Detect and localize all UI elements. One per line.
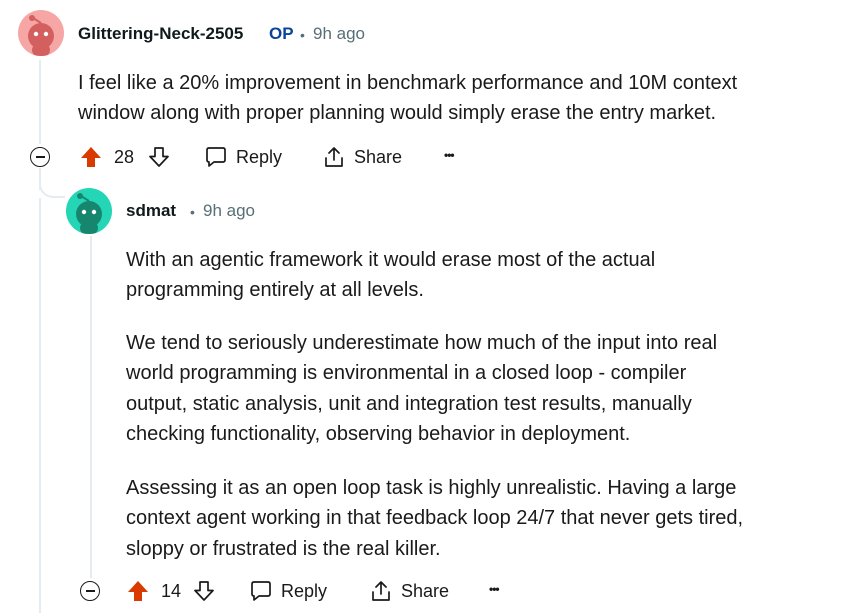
comment-body-line: With an agentic framework it would erase… [126,249,656,271]
downvote-arrow-icon [194,581,214,601]
upvote-arrow-icon [128,581,148,601]
meta-separator: • [190,204,195,220]
comment-timestamp[interactable]: 9h ago [313,24,365,44]
comment-body-line: context agent working in that feedback l… [126,507,744,529]
vote-count: 14 [161,581,182,601]
comment-body-line: window along with proper planning would … [78,102,717,124]
downvote-button[interactable] [192,579,216,603]
share-button[interactable]: Share [369,579,449,603]
downvote-button[interactable] [147,145,171,169]
more-options-button[interactable]: ••• [444,148,455,162]
reply-label: Reply [281,580,328,601]
comment-author[interactable]: sdmat [126,201,176,221]
comment-author[interactable]: Glittering-Neck-2505 [78,24,243,44]
vote-count: 28 [114,147,135,167]
share-label: Share [354,146,403,167]
comment-body-line: Assessing it as an open loop task is hig… [126,477,737,499]
thread-line [90,236,92,578]
collapse-thread-button[interactable] [30,147,50,167]
upvote-button[interactable] [126,579,150,603]
thread-line [39,60,41,144]
meta-separator: • [300,27,305,43]
snoo-avatar-icon [76,193,102,234]
comment-body-line: programming entirely at all levels. [126,279,424,301]
op-badge: OP [269,24,294,43]
comment-timestamp[interactable]: 9h ago [203,201,255,221]
reply-button[interactable]: Reply [204,145,282,169]
downvote-arrow-icon [149,147,169,167]
share-button[interactable]: Share [322,145,402,169]
comment-body-line: world programming is environmental in a … [126,362,687,384]
comment-bubble-icon [251,581,271,601]
thread-branch-curve [39,168,65,198]
comment-body-line: checking functionality, observing behavi… [126,423,631,445]
avatar[interactable] [18,10,64,56]
reply-button[interactable]: Reply [249,579,327,603]
more-options-button[interactable]: ••• [489,582,500,596]
comment-body-line: We tend to seriously underestimate how m… [126,332,718,354]
reply-label: Reply [236,146,283,167]
share-label: Share [401,580,450,601]
snoo-avatar-icon [28,15,54,56]
upvote-button[interactable] [79,145,103,169]
comment-body-line: I feel like a 20% improvement in benchma… [78,72,738,94]
avatar[interactable] [66,188,112,234]
thread-line [39,198,41,613]
share-icon [372,581,390,601]
upvote-arrow-icon [81,147,101,167]
comment-bubble-icon [206,147,226,167]
share-icon [325,147,343,167]
collapse-thread-button[interactable] [80,581,100,601]
comment-body-line: output, static analysis, unit and integr… [126,393,692,415]
comment-body-line: sloppy or frustrated is the real killer. [126,538,441,560]
